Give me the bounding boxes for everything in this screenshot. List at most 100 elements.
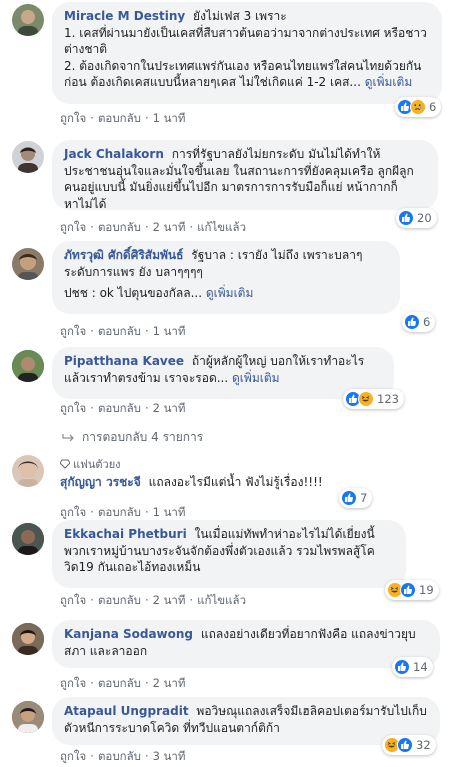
commenter-name[interactable]: สุกัญญา วรชะจี bbox=[60, 475, 141, 489]
comment-text: ยังไม่เฟส 3 เพราะ bbox=[193, 9, 287, 23]
avatar-image bbox=[18, 254, 38, 280]
separator: · bbox=[90, 324, 94, 338]
avatar[interactable] bbox=[12, 248, 44, 280]
reaction-badge[interactable]: 32 bbox=[382, 735, 436, 755]
reaction-badge[interactable]: 6 bbox=[402, 312, 436, 332]
timestamp[interactable]: 3 นาที bbox=[153, 749, 186, 763]
comment-actions: ถูกใจ · ตอบกลับ · 2 นาที bbox=[60, 401, 185, 415]
separator: · bbox=[144, 505, 149, 519]
like-link[interactable]: ถูกใจ bbox=[60, 505, 86, 519]
separator: · bbox=[189, 593, 194, 607]
timestamp[interactable]: 1 นาที bbox=[153, 324, 186, 338]
comment-actions: ถูกใจ · ตอบกลับ · 1 นาที bbox=[60, 324, 185, 338]
like-link[interactable]: ถูกใจ bbox=[60, 324, 86, 338]
separator: · bbox=[90, 593, 94, 607]
comment-actions: ถูกใจ · ตอบกลับ · 1 นาที bbox=[60, 111, 185, 125]
avatar[interactable] bbox=[12, 141, 44, 173]
haha-reaction-icon bbox=[358, 391, 374, 407]
avatar[interactable] bbox=[12, 523, 44, 555]
timestamp[interactable]: 2 นาที bbox=[153, 401, 186, 415]
separator: · bbox=[144, 401, 149, 415]
timestamp[interactable]: 1 นาที bbox=[153, 111, 186, 125]
like-reaction-icon bbox=[398, 210, 414, 226]
separator: · bbox=[90, 401, 94, 415]
reply-link[interactable]: ตอบกลับ bbox=[98, 749, 141, 763]
like-link[interactable]: ถูกใจ bbox=[60, 749, 86, 763]
like-reaction-icon bbox=[341, 490, 357, 506]
reaction-count: 123 bbox=[377, 392, 399, 406]
like-reaction-icon bbox=[397, 737, 413, 753]
like-link[interactable]: ถูกใจ bbox=[60, 111, 86, 125]
comment-text: แถลงอะไรมีแต่น้ำ ฟังไม่รู้เรื่อง!!!! bbox=[148, 475, 323, 489]
reaction-count: 20 bbox=[417, 211, 432, 225]
comment-actions: ถูกใจ · ตอบกลับ · 2 นาที bbox=[60, 676, 185, 690]
reaction-count: 32 bbox=[416, 738, 431, 752]
comment-actions: ถูกใจ · ตอบกลับ · 2 นาที · แก้ไขแล้ว bbox=[60, 593, 246, 607]
timestamp[interactable]: 1 นาที bbox=[153, 505, 186, 519]
timestamp[interactable]: 2 นาที bbox=[153, 676, 186, 690]
reaction-badge[interactable]: 123 bbox=[343, 389, 404, 409]
separator: · bbox=[144, 676, 149, 690]
comment-bubble: Jack Chalakorn การที่รัฐบาลยังไม่ยกระดับ… bbox=[52, 140, 438, 211]
comment-bubble: Kanjana Sodawong แถลงอย่างเดียวที่อยากฟั… bbox=[52, 620, 440, 668]
edited-label[interactable]: แก้ไขแล้ว bbox=[197, 593, 246, 607]
timestamp[interactable]: 2 นาที bbox=[153, 220, 186, 234]
reaction-badge[interactable]: 14 bbox=[392, 657, 433, 677]
reaction-count: 14 bbox=[413, 660, 428, 674]
like-link[interactable]: ถูกใจ bbox=[60, 401, 86, 415]
avatar[interactable] bbox=[12, 701, 44, 733]
comment-actions: ถูกใจ · ตอบกลับ · 3 นาที bbox=[60, 749, 185, 763]
commenter-name[interactable]: Pipatthana Kavee bbox=[64, 354, 184, 368]
reply-link[interactable]: ตอบกลับ bbox=[98, 676, 141, 690]
reply-link[interactable]: ตอบกลับ bbox=[98, 111, 141, 125]
reaction-badge[interactable]: 7 bbox=[339, 488, 373, 508]
reply-link[interactable]: ตอบกลับ bbox=[98, 324, 141, 338]
comment-bubble: Ekkachai Phetburi ในเมื่อแม่ทัพทำห่าอะไร… bbox=[52, 520, 406, 588]
comment-bubble: Pipatthana Kavee ถ้าผู้หลักผู้ใหญ่ บอกให… bbox=[52, 347, 394, 399]
avatar[interactable] bbox=[12, 4, 44, 36]
comment-paragraph: 1. เคสที่ผ่านมายังเป็นเคสที่สืบสาวต้นตอว… bbox=[64, 25, 427, 57]
like-link[interactable]: ถูกใจ bbox=[60, 593, 86, 607]
commenter-name[interactable]: ภัทรวุฒิ ศักดิ์ศิริสัมพันธ์ bbox=[64, 248, 183, 262]
like-reaction-icon bbox=[394, 659, 410, 675]
avatar-image bbox=[12, 523, 44, 555]
reply-link[interactable]: ตอบกลับ bbox=[98, 593, 141, 607]
separator: · bbox=[90, 676, 94, 690]
commenter-name[interactable]: Ekkachai Phetburi bbox=[64, 527, 187, 541]
separator: · bbox=[144, 749, 149, 763]
separator: · bbox=[189, 220, 194, 234]
reaction-badge[interactable]: 20 bbox=[396, 208, 437, 228]
like-link[interactable]: ถูกใจ bbox=[60, 220, 86, 234]
separator: · bbox=[90, 220, 94, 234]
timestamp[interactable]: 2 นาที bbox=[153, 593, 186, 607]
reaction-badge[interactable]: 6 bbox=[395, 97, 442, 117]
avatar-image bbox=[18, 461, 38, 487]
reply-link[interactable]: ตอบกลับ bbox=[98, 401, 141, 415]
like-reaction-icon bbox=[400, 582, 416, 598]
like-link[interactable]: ถูกใจ bbox=[60, 676, 86, 690]
commenter-name[interactable]: Atapaul Ungpradit bbox=[64, 704, 189, 718]
avatar-image bbox=[12, 350, 44, 382]
commenter-name[interactable]: Kanjana Sodawong bbox=[64, 627, 193, 641]
reply-link[interactable]: ตอบกลับ bbox=[98, 505, 141, 519]
commenter-name[interactable]: Jack Chalakorn bbox=[64, 147, 164, 161]
comment-actions: ถูกใจ · ตอบกลับ · 1 นาที bbox=[60, 505, 185, 519]
view-replies-link[interactable]: การตอบกลับ 4 รายการ bbox=[62, 428, 203, 447]
see-more-link[interactable]: ดูเพิ่มเติม bbox=[365, 75, 413, 89]
separator: · bbox=[90, 111, 94, 125]
avatar-image bbox=[12, 623, 44, 655]
reply-link[interactable]: ตอบกลับ bbox=[98, 220, 141, 234]
see-more-link[interactable]: ดูเพิ่มเติม bbox=[206, 286, 254, 300]
avatar[interactable] bbox=[12, 350, 44, 382]
see-more-link[interactable]: ดูเพิ่มเติม bbox=[232, 371, 280, 385]
reply-arrow-icon bbox=[62, 433, 74, 441]
separator: · bbox=[144, 324, 149, 338]
comment-bubble: ภัทรวุฒิ ศักดิ์ศิริสัมพันธ์ รัฐบาล : เรา… bbox=[52, 241, 400, 314]
commenter-name[interactable]: Miracle M Destiny bbox=[64, 9, 185, 23]
edited-label[interactable]: แก้ไขแล้ว bbox=[197, 220, 246, 234]
replies-count-label: การตอบกลับ 4 รายการ bbox=[82, 430, 204, 444]
avatar[interactable] bbox=[12, 623, 44, 655]
separator: · bbox=[90, 749, 94, 763]
reaction-badge[interactable]: 19 bbox=[385, 580, 439, 600]
avatar[interactable] bbox=[12, 455, 44, 487]
